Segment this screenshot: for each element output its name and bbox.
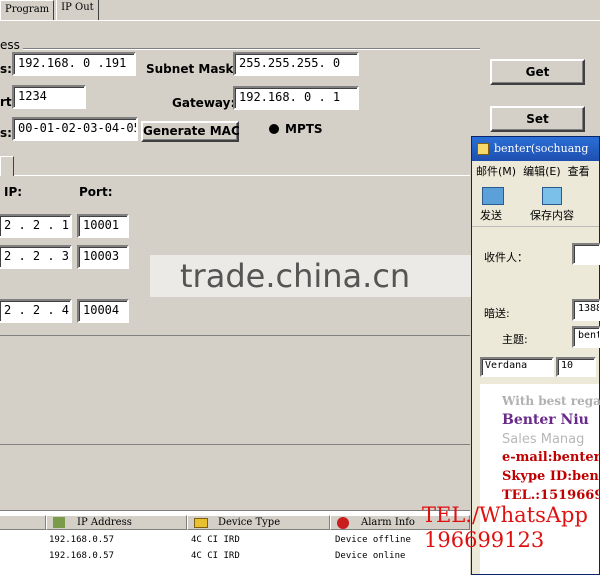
output-ip-field[interactable]: 2 . 2 . 4 (0, 299, 72, 323)
gateway-label: Gateway: (172, 96, 236, 110)
folder-icon (194, 518, 208, 528)
signature-tel: TEL.:1519669 (502, 488, 600, 503)
menu-item-mail[interactable]: 邮件(M) (476, 165, 516, 178)
tab-divider (0, 20, 600, 21)
send-button[interactable]: 发送 (480, 207, 502, 223)
alarm-icon (337, 517, 349, 529)
table-cell-type: 4C CI IRD (191, 551, 240, 561)
output-port-field[interactable]: 10004 (77, 299, 129, 323)
signature-title: Sales Manag (502, 432, 585, 447)
ip-address-label: s: (0, 62, 12, 76)
cc-field[interactable]: 13882 (572, 299, 600, 321)
tab-program[interactable]: Program (0, 0, 55, 20)
gateway-field[interactable]: 192.168. 0 . 1 (233, 86, 359, 110)
save-button[interactable]: 保存内容 (530, 207, 574, 223)
mpts-radio[interactable]: MPTS (269, 122, 323, 136)
signature-name: Benter Niu (502, 412, 589, 428)
group-frame (0, 48, 480, 49)
port-field[interactable]: 1234 (12, 85, 86, 109)
table-header-ip[interactable]: IP Address (46, 515, 187, 530)
mpts-label: MPTS (285, 122, 323, 136)
inner-tab-line (14, 175, 470, 176)
subnet-mask-field[interactable]: 255.255.255. 0 (233, 52, 359, 76)
panel-divider (0, 335, 470, 336)
signature-greeting: With best regar (502, 394, 600, 408)
to-label: 收件人： (484, 251, 528, 264)
output-ip-field[interactable]: 2 . 2 . 3 (0, 245, 72, 269)
menu-item-edit[interactable]: 编辑(E) (523, 165, 561, 178)
cc-label: 暗送: (484, 307, 510, 320)
menu-item-view[interactable]: 查看 (568, 165, 590, 178)
mac-label: s: (0, 126, 12, 140)
subject-label: 主题: (502, 333, 528, 346)
set-button[interactable]: Set (490, 106, 585, 132)
tab-ip-out[interactable]: IP Out (56, 0, 99, 20)
generate-mac-button[interactable]: Generate MAC (141, 121, 240, 142)
output-port-field[interactable]: 10001 (77, 214, 129, 238)
network-icon (53, 517, 65, 528)
save-icon (542, 187, 562, 205)
font-name-select[interactable]: Verdana (480, 357, 554, 377)
output-port-field[interactable]: 10003 (77, 245, 129, 269)
signature-email: e-mail:benter (502, 450, 600, 465)
table-cell-alarm: Device offline (335, 535, 411, 545)
group-title: ess (0, 38, 23, 52)
table-header-type[interactable]: Device Type (187, 515, 330, 530)
contact-overlay-line2: 196699123 (424, 528, 545, 552)
send-icon (482, 187, 504, 205)
mail-icon (477, 143, 489, 155)
get-button[interactable]: Get (490, 59, 585, 85)
device-table: IP Address Device Type Alarm Info 192.16… (0, 510, 470, 575)
font-size-select[interactable]: 10 (556, 357, 596, 377)
email-toolbar: 发送 保存内容 (472, 183, 599, 227)
table-cell-type: 4C CI IRD (191, 535, 240, 545)
ip-address-field[interactable]: 192.168. 0 .191 (12, 52, 136, 76)
contact-overlay-line1: TEL./WhatsApp (422, 503, 588, 527)
tab-bar: Program IP Out (0, 0, 101, 20)
email-titlebar[interactable]: benter(sochuang (472, 137, 599, 161)
table-cell-ip: 192.168.0.57 (49, 551, 115, 561)
table-cell-ip: 192.168.0.57 (49, 535, 115, 545)
signature-skype: Skype ID:ben (502, 469, 599, 484)
to-field[interactable] (572, 243, 600, 265)
radio-selected-icon (269, 124, 279, 134)
mac-field[interactable]: 00-01-02-03-04-05 (12, 117, 138, 141)
port-column-header: Port: (79, 185, 113, 199)
email-title: benter(sochuang (494, 142, 589, 155)
subnet-mask-label: Subnet Mask: (146, 62, 239, 76)
table-cell-alarm: Device online (335, 551, 406, 561)
subject-field[interactable]: bente (572, 326, 600, 348)
inner-tab[interactable] (0, 156, 14, 176)
table-header-blank (0, 515, 46, 530)
email-menu-bar: 邮件(M) 编辑(E) 查看 (472, 161, 599, 183)
ip-column-header: IP: (4, 185, 23, 199)
panel-divider (0, 444, 470, 445)
output-ip-field[interactable]: 2 . 2 . 1 (0, 214, 72, 238)
